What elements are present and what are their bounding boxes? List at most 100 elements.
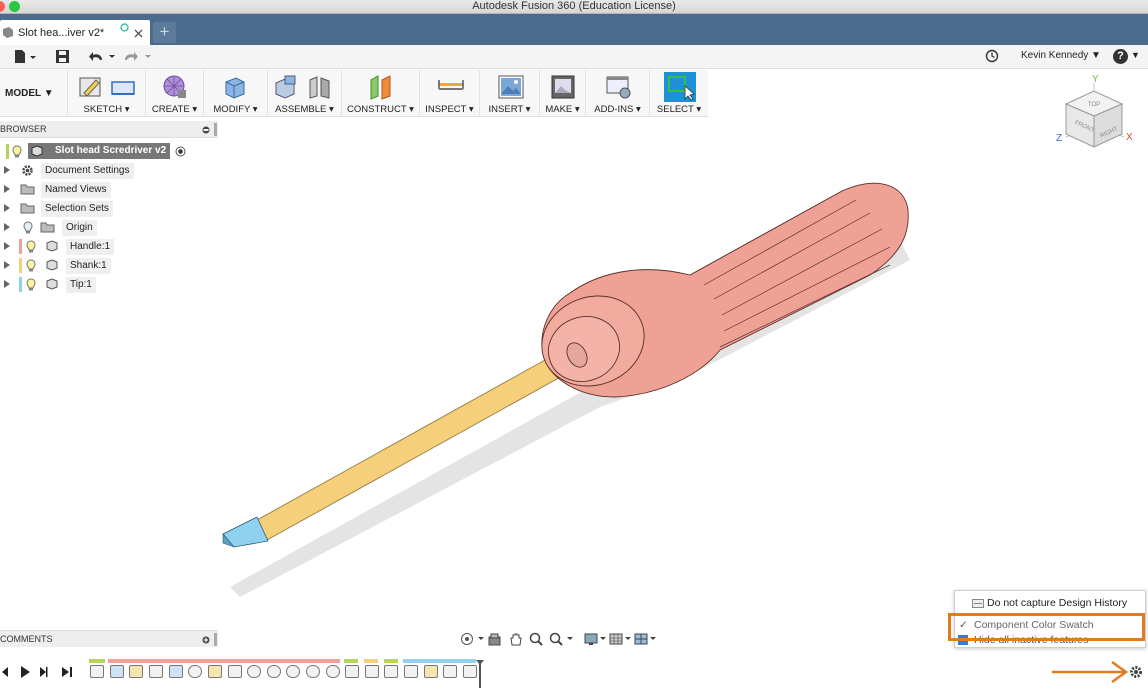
expand-arrow-icon[interactable]	[4, 185, 10, 193]
timeline-feature-item[interactable]	[365, 665, 379, 678]
modify-menu[interactable]: MODIFY ▾	[204, 104, 267, 115]
add-ins-menu[interactable]: ADD-INS ▾	[586, 104, 649, 115]
expand-arrow-icon[interactable]	[4, 280, 10, 288]
modify-group[interactable]: MODIFY ▾	[204, 70, 268, 117]
timeline-feature-item[interactable]	[463, 665, 477, 678]
timeline-feature-item[interactable]	[443, 665, 457, 678]
expand-arrow-icon[interactable]	[4, 261, 10, 269]
visibility-bulb-icon[interactable]	[23, 221, 33, 234]
timeline-feature-item[interactable]	[90, 665, 104, 678]
zoom-window-button[interactable]	[9, 1, 20, 12]
go-to-start-icon[interactable]	[2, 667, 8, 677]
timeline-feature-item[interactable]	[345, 665, 359, 678]
finish-sketch-icon[interactable]	[110, 74, 136, 100]
measure-icon[interactable]	[438, 74, 464, 100]
browser-root-row[interactable]: Slot head Scredriver v2	[0, 143, 195, 161]
undo-icon[interactable]	[88, 50, 118, 63]
comments-add-icon[interactable]	[202, 636, 210, 644]
visibility-bulb-icon[interactable]	[26, 278, 36, 291]
scripts-addins-icon[interactable]	[606, 74, 632, 100]
timeline-marker[interactable]	[476, 660, 484, 688]
zoom-icon[interactable]	[529, 632, 543, 646]
file-menu-icon[interactable]	[14, 49, 38, 64]
timeline-feature-item[interactable]	[424, 665, 438, 678]
display-settings-icon[interactable]	[584, 632, 608, 646]
insert-menu[interactable]: INSERT ▾	[480, 104, 539, 115]
insert-canvas-icon[interactable]	[498, 74, 524, 100]
viewcube[interactable]: Y Z X TOP FRONT RIGHT	[1052, 71, 1138, 156]
construct-group[interactable]: CONSTRUCT ▾	[342, 70, 420, 117]
browser-item-selection-sets[interactable]: Selection Sets	[0, 200, 200, 218]
timeline-feature-item[interactable]	[228, 665, 242, 678]
select-menu[interactable]: SELECT ▾	[650, 104, 708, 115]
workspace-switcher[interactable]: MODEL ▼	[0, 70, 68, 117]
timeline-feature-item[interactable]	[267, 665, 281, 678]
timeline-feature-item[interactable]	[188, 665, 202, 678]
3d-print-icon[interactable]	[550, 74, 576, 100]
expand-arrow-icon[interactable]	[4, 223, 10, 231]
expand-arrow-icon[interactable]	[4, 204, 10, 212]
assemble-group[interactable]: ASSEMBLE ▾	[268, 70, 342, 117]
timeline-feature-item[interactable]	[286, 665, 300, 678]
browser-item-tip[interactable]: Tip:1	[0, 276, 200, 294]
viewports-icon[interactable]	[634, 632, 658, 646]
redo-icon[interactable]	[124, 50, 154, 63]
browser-item-named-views[interactable]: Named Views	[0, 181, 200, 199]
visibility-bulb-icon[interactable]	[26, 259, 36, 272]
timeline-feature-item[interactable]	[129, 665, 143, 678]
inspect-group[interactable]: INSPECT ▾	[420, 70, 480, 117]
job-status-clock-icon[interactable]	[985, 49, 999, 63]
insert-group[interactable]: INSERT ▾	[480, 70, 540, 117]
step-forward-icon[interactable]	[40, 667, 48, 677]
timeline-settings-gear-icon[interactable]	[1129, 665, 1143, 679]
timeline-feature-item[interactable]	[404, 665, 418, 678]
pan-hand-icon[interactable]	[509, 632, 522, 646]
press-pull-icon[interactable]	[222, 74, 248, 100]
add-ins-group[interactable]: ADD-INS ▾	[586, 70, 650, 117]
make-group[interactable]: MAKE ▾	[540, 70, 586, 117]
help-icon[interactable]: ?	[1113, 49, 1128, 64]
construct-menu[interactable]: CONSTRUCT ▾	[342, 104, 419, 115]
do-not-capture-history-item[interactable]: Do not capture Design History	[955, 593, 1145, 613]
inspect-menu[interactable]: INSPECT ▾	[420, 104, 479, 115]
timeline-feature-item[interactable]	[384, 665, 398, 678]
browser-item-document-settings[interactable]: Document Settings	[0, 162, 200, 180]
joint-icon[interactable]	[307, 74, 333, 100]
make-menu[interactable]: MAKE ▾	[540, 104, 585, 115]
zoom-window-icon[interactable]	[549, 632, 575, 646]
expand-arrow-icon[interactable]	[4, 166, 10, 174]
help-dropdown-arrow[interactable]: ▼	[1131, 50, 1140, 60]
create-form-icon[interactable]	[162, 74, 188, 100]
browser-item-origin[interactable]: Origin	[0, 219, 200, 237]
select-tool-active[interactable]	[664, 72, 696, 102]
browser-item-shank[interactable]: Shank:1	[0, 257, 200, 275]
grid-settings-icon[interactable]	[609, 632, 633, 646]
sketch-group[interactable]: SKETCH ▾	[68, 70, 146, 117]
create-group[interactable]: CREATE ▾	[146, 70, 204, 117]
browser-collapse-icon[interactable]	[202, 126, 210, 134]
create-menu[interactable]: CREATE ▾	[146, 104, 203, 115]
sketch-menu[interactable]: SKETCH ▾	[68, 104, 145, 115]
orbit-icon[interactable]	[460, 632, 486, 646]
timeline-feature-item[interactable]	[208, 665, 222, 678]
new-tab-button[interactable]: +	[153, 22, 176, 43]
go-to-end-icon[interactable]	[62, 667, 72, 677]
browser-item-handle[interactable]: Handle:1	[0, 238, 200, 256]
document-tab[interactable]: Slot hea...iver v2*	[0, 20, 150, 45]
timeline-feature-item[interactable]	[110, 665, 124, 678]
visibility-bulb-icon[interactable]	[26, 240, 36, 253]
offset-plane-icon[interactable]	[368, 74, 394, 100]
play-icon[interactable]	[21, 666, 30, 678]
new-component-icon[interactable]	[273, 74, 299, 100]
save-icon[interactable]	[55, 49, 70, 64]
close-window-button[interactable]	[0, 1, 5, 12]
timeline-feature-item[interactable]	[149, 665, 163, 678]
design-canvas[interactable]	[210, 125, 930, 605]
select-group[interactable]: SELECT ▾	[650, 70, 708, 117]
timeline-feature-item[interactable]	[247, 665, 261, 678]
assemble-menu[interactable]: ASSEMBLE ▾	[268, 104, 341, 115]
comments-pin-icon[interactable]	[214, 633, 217, 646]
activate-radio-icon[interactable]	[175, 146, 186, 157]
timeline-feature-item[interactable]	[306, 665, 320, 678]
timeline-feature-item[interactable]	[169, 665, 183, 678]
